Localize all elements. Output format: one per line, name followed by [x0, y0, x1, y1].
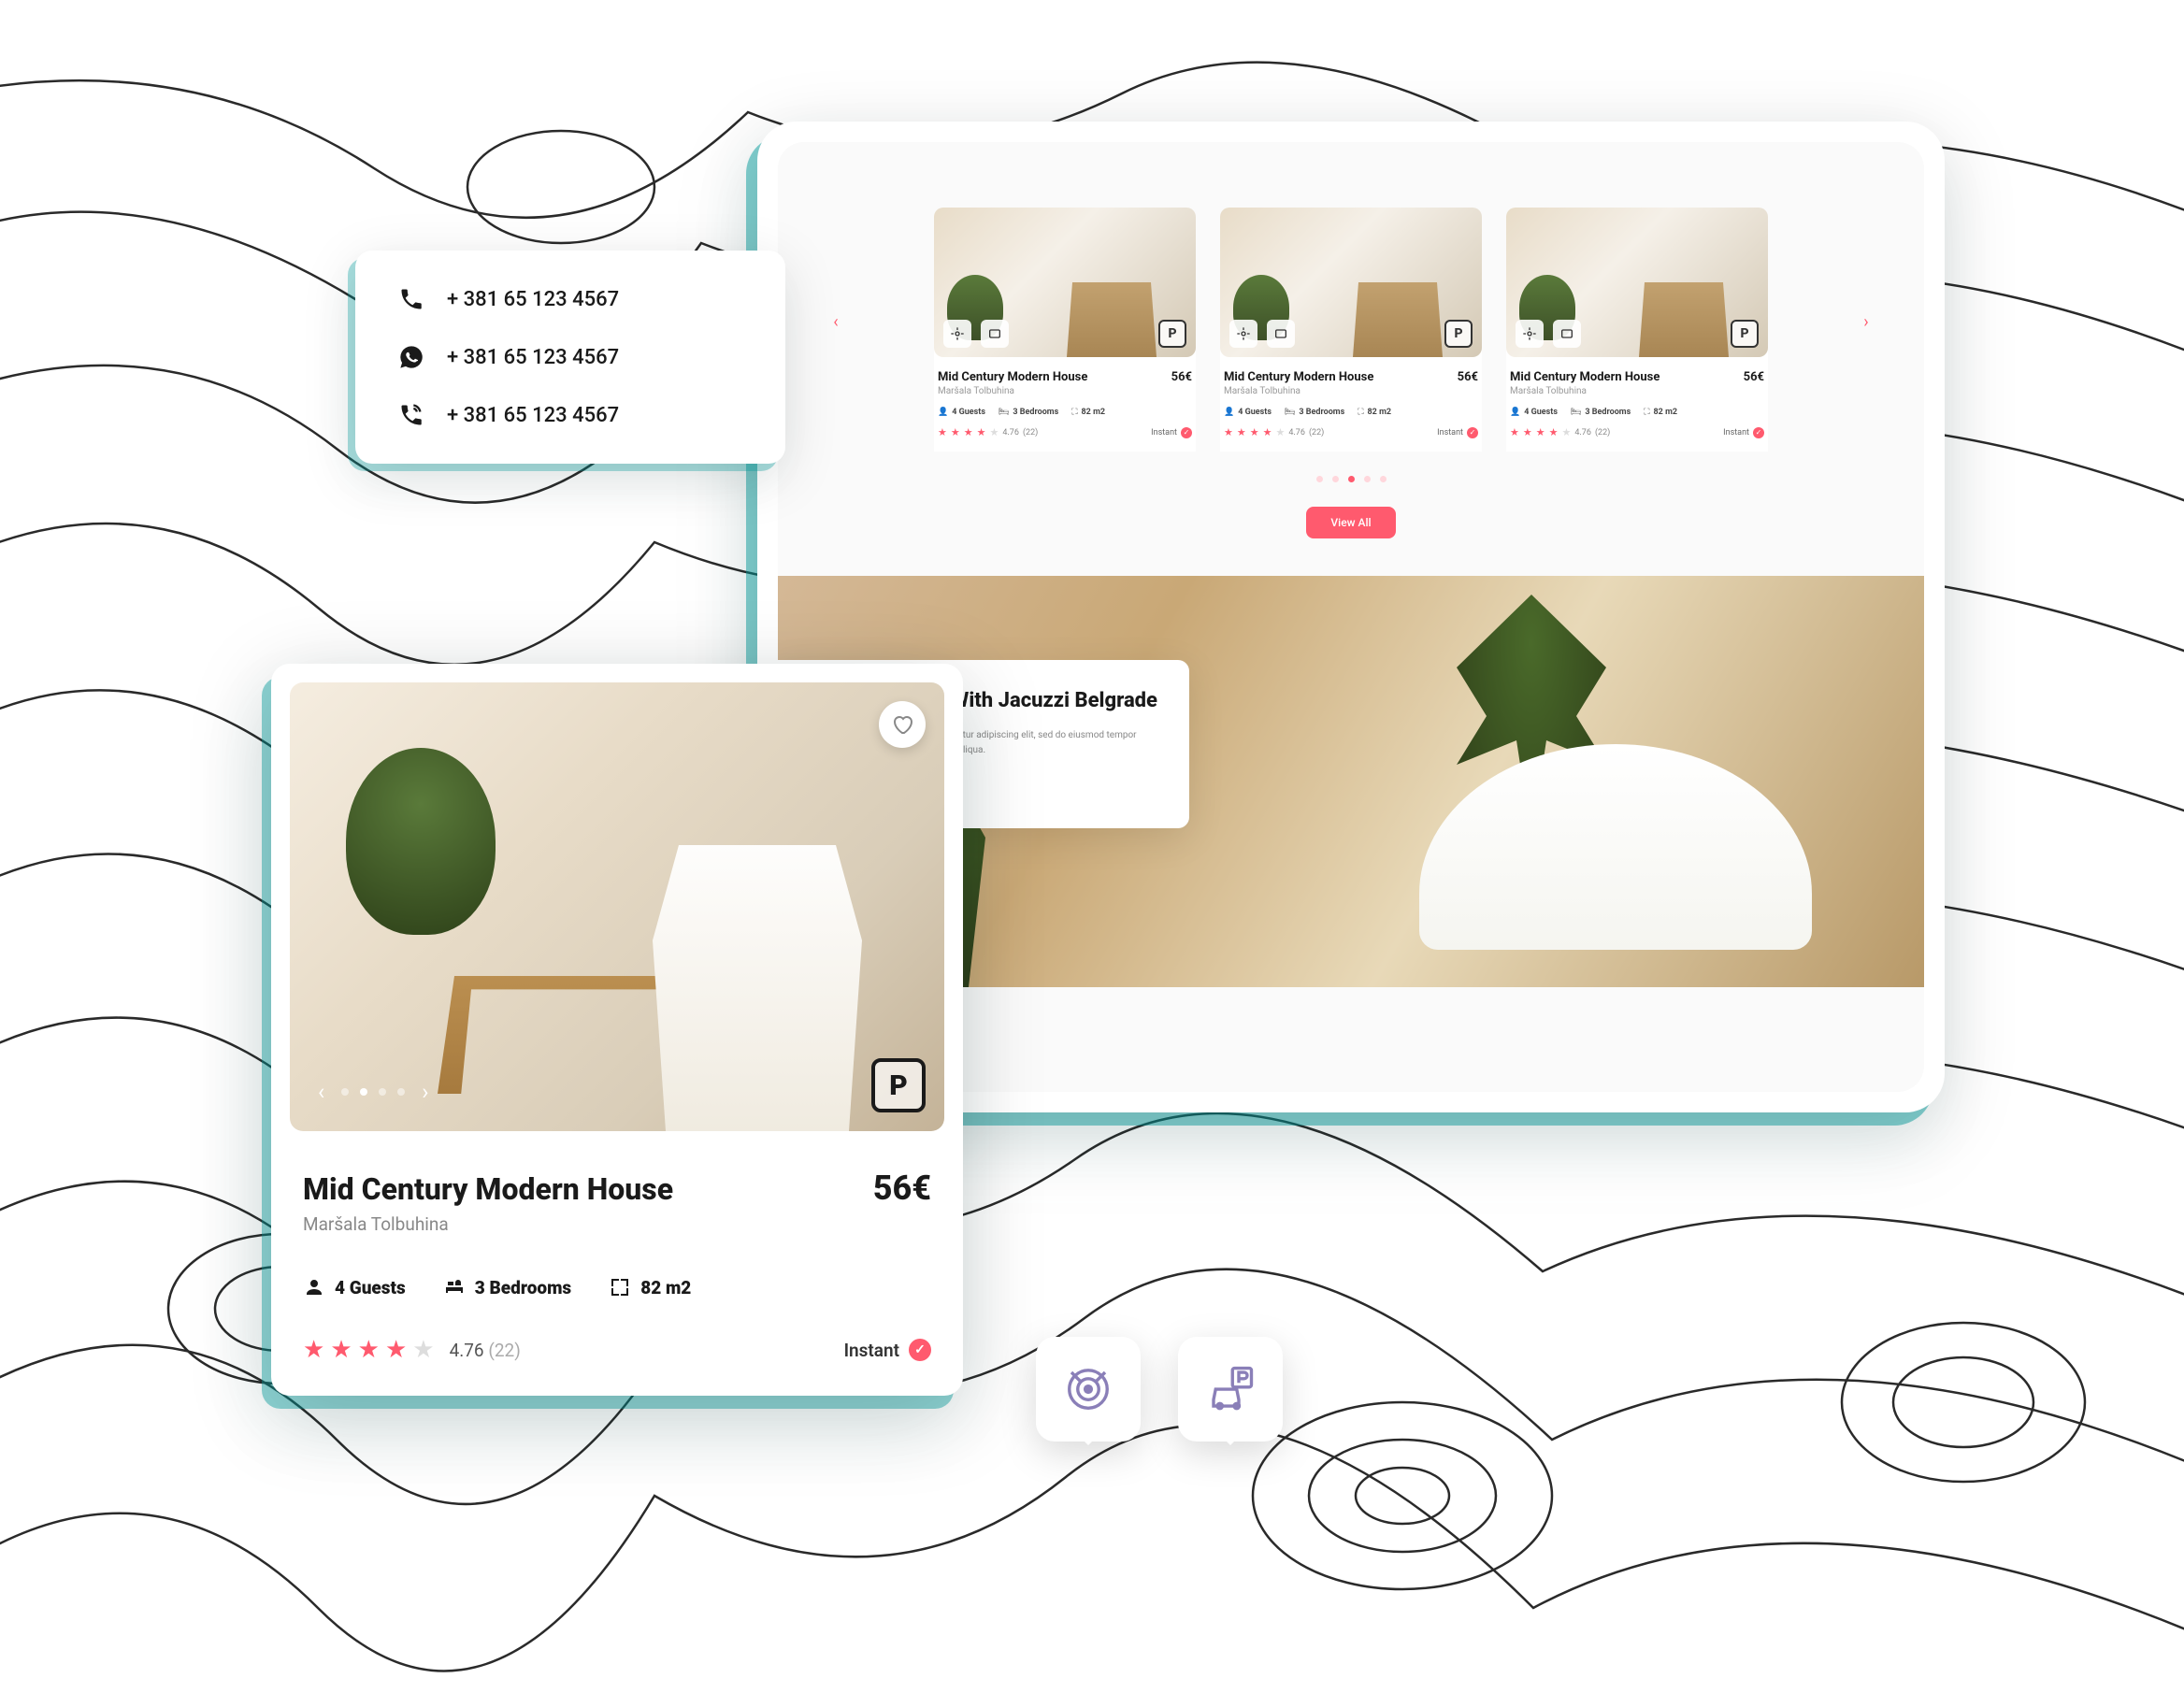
contact-whatsapp[interactable]: + 381 65 123 4567 [398, 344, 742, 370]
chevron-right-icon[interactable]: › [422, 1079, 428, 1105]
listing-price: 56€ [1458, 370, 1478, 384]
featured-listing-card[interactable]: P ‹ › Mid Century Modern House 56€ Marša… [271, 664, 963, 1396]
phone-number: + 381 65 123 4567 [447, 346, 619, 369]
featured-stats: 4 Guests 3 Bedrooms 82 m2 [303, 1276, 931, 1298]
listing-card[interactable]: P Mid Century Modern House 56€ Maršala T… [934, 208, 1196, 452]
instant-badge: Instant✓ [1723, 427, 1764, 438]
listing-location: Maršala Tolbuhina [938, 386, 1192, 396]
amenity-icon [943, 320, 971, 348]
listing-image: P [1506, 208, 1768, 357]
featured-rating: ★★★★★ 4.76 (22) [303, 1336, 521, 1364]
listing-card[interactable]: P Mid Century Modern House 56€ Maršala T… [1220, 208, 1482, 452]
listing-price: 56€ [1171, 370, 1192, 384]
person-icon [303, 1276, 325, 1298]
call-icon [398, 402, 424, 428]
listing-title: Mid Century Modern House [1224, 370, 1373, 384]
map-tooltip-chips [1036, 1337, 1283, 1442]
bed-icon [443, 1276, 466, 1298]
featured-title: Mid Century Modern House [303, 1171, 673, 1207]
listing-price: 56€ [1744, 370, 1764, 384]
heart-icon [891, 713, 913, 736]
parking-tooltip[interactable] [1178, 1337, 1283, 1442]
image-carousel-nav[interactable]: ‹ › [318, 1079, 428, 1105]
amenity-icon [1553, 320, 1581, 348]
amenity-icon [981, 320, 1009, 348]
view-all-button[interactable]: View All [1306, 507, 1395, 538]
listing-title: Mid Century Modern House [1510, 370, 1660, 384]
contact-phone[interactable]: + 381 65 123 4567 [398, 286, 742, 312]
listing-location: Maršala Tolbuhina [1510, 386, 1764, 396]
target-icon [1063, 1364, 1114, 1414]
listing-stats: 👤 4 Guests 🛏 3 Bedrooms ⛶ 82 m2 [1510, 408, 1764, 417]
area-icon [609, 1276, 631, 1298]
listing-image: P [934, 208, 1196, 357]
listing-location: Maršala Tolbuhina [1224, 386, 1478, 396]
amenity-icon [1267, 320, 1295, 348]
featured-price: 56€ [873, 1169, 931, 1208]
amenity-icon [1229, 320, 1257, 348]
carousel-prev[interactable]: ‹ [825, 310, 847, 333]
whatsapp-icon [398, 344, 424, 370]
favorite-button[interactable] [879, 701, 926, 748]
parking-badge: P [871, 1058, 926, 1112]
phone-number: + 381 65 123 4567 [447, 404, 619, 427]
listings-row: P Mid Century Modern House 56€ Maršala T… [778, 142, 1924, 468]
parking-icon: P [1731, 320, 1759, 348]
listing-stats: 👤 4 Guests 🛏 3 Bedrooms ⛶ 82 m2 [938, 408, 1192, 417]
featured-location: Maršala Tolbuhina [303, 1213, 931, 1235]
listing-rating: ★★★★★ 4.76 (22) [1224, 426, 1324, 438]
contact-card: + 381 65 123 4567 + 381 65 123 4567 + 38… [355, 251, 785, 464]
target-tooltip[interactable] [1036, 1337, 1141, 1442]
phone-icon [398, 286, 424, 312]
instant-badge: Instant✓ [1151, 427, 1192, 438]
parking-icon: P [1158, 320, 1186, 348]
listing-rating: ★★★★★ 4.76 (22) [1510, 426, 1610, 438]
listing-title: Mid Century Modern House [938, 370, 1087, 384]
chevron-left-icon[interactable]: ‹ [318, 1079, 324, 1105]
carousel-next[interactable]: › [1855, 310, 1877, 333]
amenity-icon [1516, 320, 1544, 348]
parking-icon: P [1444, 320, 1473, 348]
carousel-dots[interactable] [778, 476, 1924, 482]
featured-listing-image: P ‹ › [290, 682, 944, 1131]
contact-viber[interactable]: + 381 65 123 4567 [398, 402, 742, 428]
listing-card[interactable]: P Mid Century Modern House 56€ Maršala T… [1506, 208, 1768, 452]
listing-stats: 👤 4 Guests 🛏 3 Bedrooms ⛶ 82 m2 [1224, 408, 1478, 417]
check-icon: ✓ [909, 1339, 931, 1361]
instant-badge: Instant✓ [1437, 427, 1478, 438]
listing-rating: ★★★★★ 4.76 (22) [938, 426, 1038, 438]
phone-number: + 381 65 123 4567 [447, 288, 619, 311]
featured-instant-badge: Instant✓ [844, 1339, 931, 1361]
car-parking-icon [1205, 1364, 1256, 1414]
listing-image: P [1220, 208, 1482, 357]
